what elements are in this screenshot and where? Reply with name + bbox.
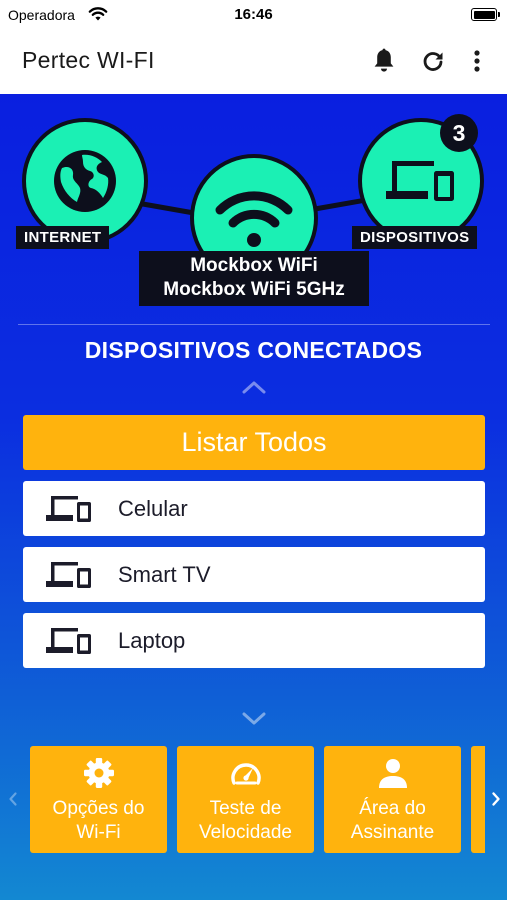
globe-icon [54, 150, 116, 212]
tile-label: Opções do Wi-Fi [52, 798, 145, 843]
carousel-next-button[interactable] [489, 784, 503, 814]
internet-label: INTERNET [16, 226, 110, 249]
status-bar: Operadora 16:46 [0, 0, 507, 30]
chevron-up-icon[interactable] [240, 378, 268, 396]
more-vert-icon [474, 50, 480, 72]
more-options-button[interactable] [460, 44, 494, 78]
devices-count-badge: 3 [440, 114, 478, 152]
tile-wifi-options[interactable]: Opções do Wi-Fi [30, 746, 167, 853]
devices-icon [46, 561, 91, 588]
devices-icon [46, 495, 91, 522]
battery-icon [471, 8, 500, 21]
device-row-smart-tv[interactable]: Smart TV [23, 547, 485, 602]
wifi-name-primary: Mockbox WiFi [190, 255, 318, 276]
chevron-right-icon [492, 792, 500, 806]
connected-devices-title: DISPOSITIVOS CONECTADOS [84, 337, 423, 363]
device-label: Laptop [118, 627, 186, 653]
bell-icon [374, 48, 394, 72]
tile-subscriber-area[interactable]: Área do Assinante [324, 746, 461, 853]
device-row-celular[interactable]: Celular [23, 481, 485, 536]
app-title: Pertec WI-FI [22, 47, 155, 73]
gear-icon [83, 758, 114, 788]
main-content: INTERNET 3 DISPOSITIVOS Mockbox WiFi Moc… [0, 94, 507, 900]
devices-icon [46, 627, 91, 654]
device-label: Smart TV [118, 561, 211, 587]
list-all-button[interactable]: Listar Todos [23, 415, 485, 470]
wifi-names-label: Mockbox WiFi Mockbox WiFi 5GHz [139, 251, 369, 306]
chevron-left-icon [9, 792, 17, 806]
tile-speed-test[interactable]: Teste de Velocidade [177, 746, 314, 853]
device-label: Celular [118, 495, 188, 521]
status-time: 16:46 [234, 6, 273, 23]
app-bar: Pertec WI-FI [0, 30, 507, 94]
person-icon [378, 759, 407, 788]
tile-next-partial[interactable] [471, 746, 485, 853]
wifi-name-5ghz: Mockbox WiFi 5GHz [163, 279, 345, 300]
carousel-prev-button[interactable] [6, 784, 20, 814]
refresh-icon [423, 52, 443, 71]
wifi-icon [215, 191, 293, 247]
chevron-down-icon[interactable] [240, 710, 268, 728]
notifications-button[interactable] [367, 44, 401, 78]
divider [18, 324, 490, 325]
tile-label: Teste de Velocidade [199, 798, 292, 843]
tile-label: Área do Assinante [350, 798, 435, 843]
devices-icon [386, 161, 454, 201]
device-row-laptop[interactable]: Laptop [23, 613, 485, 668]
devices-label: DISPOSITIVOS [352, 226, 478, 249]
connection-line-devices [311, 197, 368, 212]
speedometer-icon [230, 763, 261, 785]
refresh-button[interactable] [416, 44, 450, 78]
